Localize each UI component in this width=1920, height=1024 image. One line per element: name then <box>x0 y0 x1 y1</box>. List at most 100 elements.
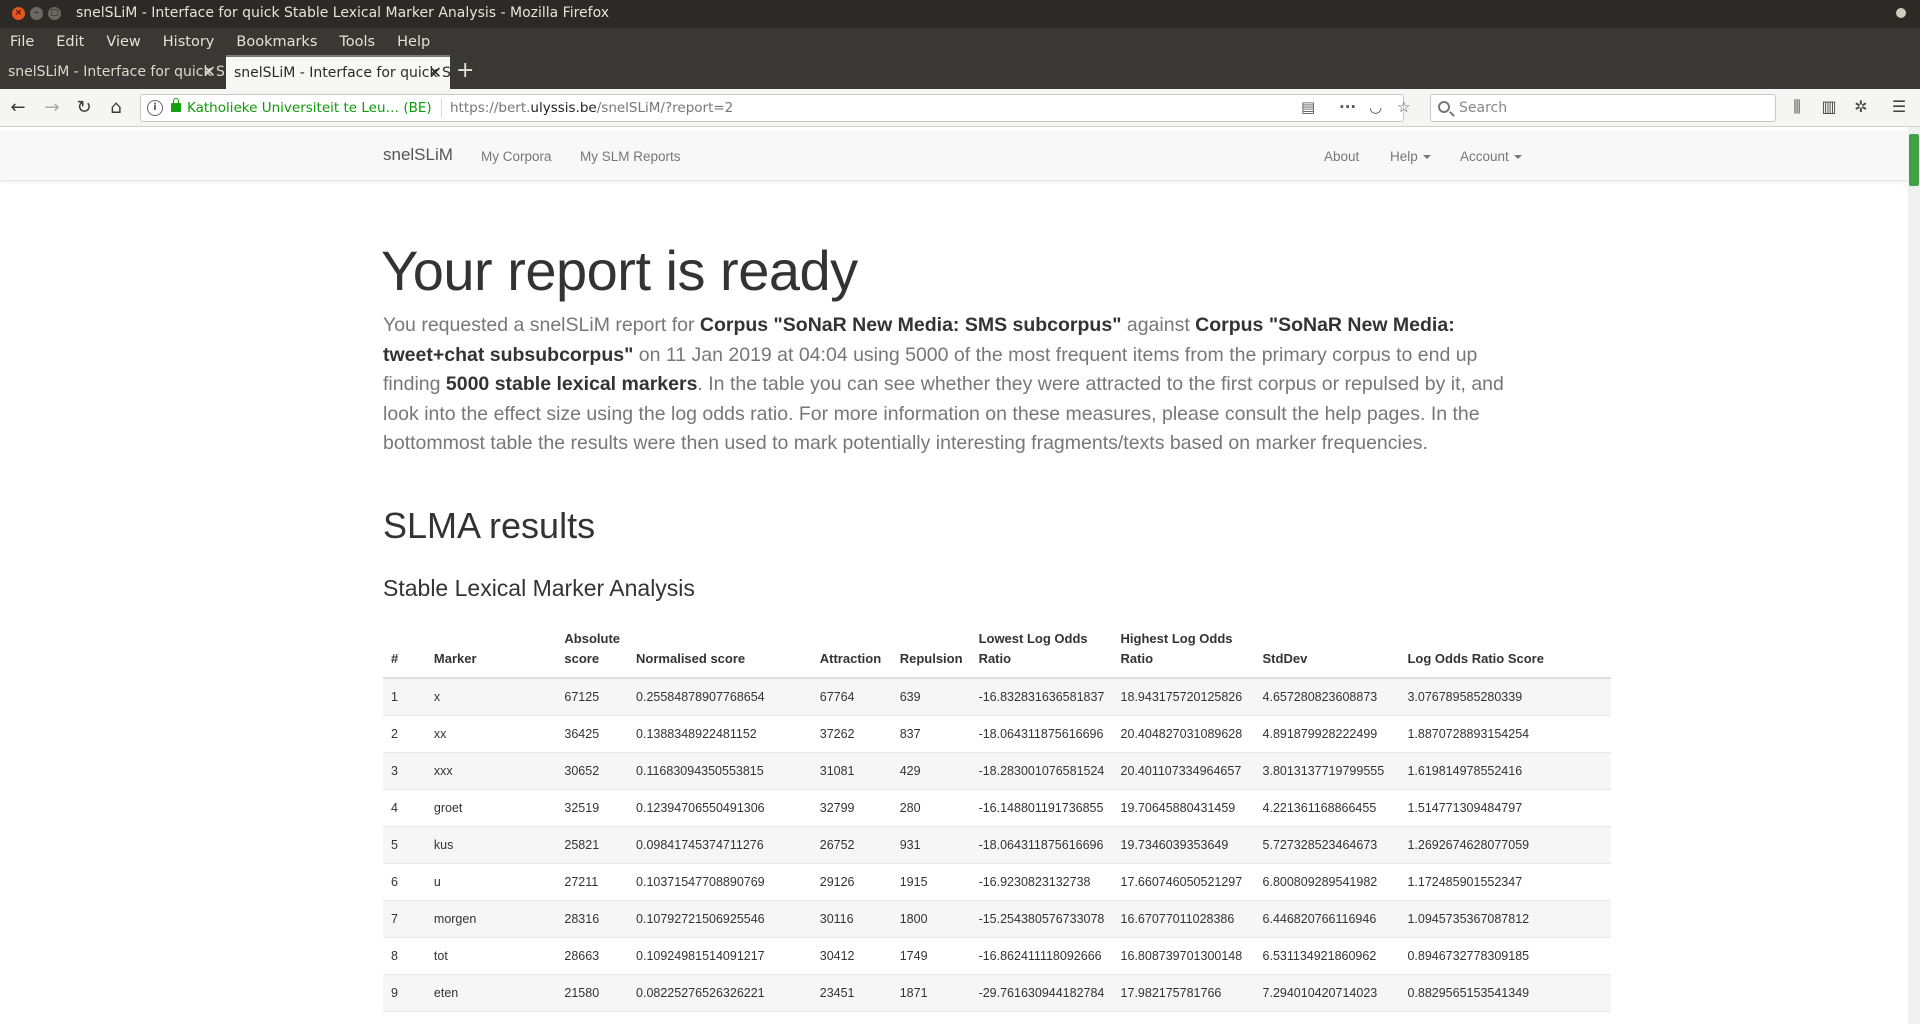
table-cell: 5.727328523464673 <box>1254 825 1400 863</box>
browser-tab-active[interactable]: snelSLiM - Interface for quick Stable Le… <box>226 55 450 89</box>
new-tab-icon[interactable]: + <box>456 58 474 83</box>
url-domain: ulyssis.be <box>530 100 597 116</box>
table-cell: 3.8013137719799555 <box>1254 751 1400 789</box>
reload-icon[interactable]: ↻ <box>72 96 96 120</box>
menu-bookmarks[interactable]: Bookmarks <box>236 34 317 50</box>
table-row: 1 x 67125 0.25584878907768654 67764 639 -16.83… <box>383 677 1611 715</box>
table-cell: 837 <box>891 714 971 752</box>
menu-tools[interactable]: Tools <box>339 34 375 50</box>
table-cell: 27211 <box>556 862 629 900</box>
nav-account-dropdown[interactable]: Account <box>1460 149 1522 164</box>
url-text[interactable]: https://bert.ulyssis.be/snelSLiM/?report… <box>450 100 733 116</box>
table-cell: 7.294010420714023 <box>1254 973 1400 1011</box>
library-icon[interactable]: ⫼ <box>1786 97 1808 117</box>
column-header[interactable]: Normalised score <box>628 622 812 679</box>
home-icon[interactable]: ⌂ <box>104 96 128 120</box>
forward-icon[interactable]: → <box>40 96 64 120</box>
table-cell: xxx <box>425 751 557 789</box>
page-actions-icon[interactable]: ··· <box>1339 98 1356 116</box>
caret-down-icon <box>1513 155 1522 160</box>
tab-strip: snelSLiM - Interface for quick Stable Le… <box>0 55 1920 89</box>
table-cell: 0.10924981514091217 <box>628 936 812 974</box>
section-title: SLMA results <box>383 505 596 546</box>
table-row: 7 morgen 28316 0.10792721506925546 30116 1800… <box>383 899 1611 937</box>
table-cell: 19.7346039353649 <box>1112 825 1255 863</box>
table-row: 10da169310.0645329735251294220915160-19.… <box>383 1010 1611 1024</box>
table-row: 2 xx 36425 0.1388348922481152 37262 837 -18.06… <box>383 714 1611 752</box>
table-cell: 4 <box>383 788 426 826</box>
window-close-icon[interactable]: × <box>12 7 25 20</box>
table-body: 1 x 67125 0.25584878907768654 67764 639 -16.83… <box>383 677 1611 1024</box>
nav-my-slm-reports[interactable]: My SLM Reports <box>580 149 681 164</box>
lock-icon[interactable] <box>171 98 181 112</box>
site-identity[interactable]: Katholieke Universiteit te Leu… (BE) <box>187 100 432 116</box>
table-cell: 5 <box>383 825 426 863</box>
table-cell: 1.2692674628077059 <box>1399 825 1611 863</box>
table-cell: 18.943175720125826 <box>1112 677 1255 715</box>
menu-view[interactable]: View <box>106 34 140 50</box>
table-cell: 0.12394706550491306 <box>628 788 812 826</box>
url-bar[interactable]: i Katholieke Universiteit te Leu… (BE) h… <box>140 94 1410 122</box>
menu-history[interactable]: History <box>163 34 215 50</box>
column-header[interactable]: Lowest Log Odds Ratio <box>970 622 1113 679</box>
table-cell: 0.0645329735251294 <box>628 1010 812 1024</box>
system-tray-icon[interactable] <box>1896 8 1906 18</box>
table-cell: 16.67077011028386 <box>1112 899 1255 937</box>
table-cell: -15.254380576733078 <box>970 899 1113 937</box>
site-brand[interactable]: snelSLiM <box>383 145 453 165</box>
menu-file[interactable]: File <box>10 34 34 50</box>
browser-tab[interactable]: snelSLiM - Interface for quick Stable Le… <box>0 55 224 89</box>
column-header[interactable]: Absolute score <box>556 622 629 679</box>
sidebar-icon[interactable]: ▥ <box>1818 97 1840 116</box>
table-cell: 31081 <box>811 751 892 789</box>
table-cell: 8 <box>383 936 426 974</box>
pocket-icon[interactable]: ◡ <box>1369 98 1382 116</box>
table-cell: 28316 <box>556 899 629 937</box>
reader-view-icon[interactable]: ▤ <box>1301 98 1315 116</box>
table-cell: 1.172485901552347 <box>1399 862 1611 900</box>
window-maximize-icon[interactable]: □ <box>48 7 61 20</box>
table-cell: 17.660746050521297 <box>1112 862 1255 900</box>
search-icon <box>1438 101 1450 113</box>
nav-help-dropdown[interactable]: Help <box>1390 149 1431 164</box>
extension-icon[interactable]: ✲ <box>1850 97 1872 116</box>
table-cell: kus <box>425 825 557 863</box>
table-cell: 0.8829565153541349 <box>1399 973 1611 1011</box>
scrollbar-thumb[interactable] <box>1909 134 1919 186</box>
url-separator <box>441 98 442 118</box>
site-info-icon[interactable]: i <box>147 100 163 116</box>
table-cell: 1.0945735367087812 <box>1399 899 1611 937</box>
back-icon[interactable]: ← <box>6 96 30 120</box>
primary-corpus: Corpus "SoNaR New Media: SMS subcorpus" <box>699 314 1122 336</box>
tab-close-icon[interactable]: ✕ <box>429 57 442 89</box>
column-header[interactable]: Attraction <box>811 622 892 679</box>
table-cell: 16.808739701300148 <box>1112 936 1255 974</box>
table-cell: 0.10371547708890769 <box>628 862 812 900</box>
hamburger-menu-icon[interactable]: ☰ <box>1888 97 1910 116</box>
nav-about[interactable]: About <box>1324 149 1359 164</box>
table-cell: -29.761630944182784 <box>970 973 1113 1011</box>
table-cell: 30652 <box>556 751 629 789</box>
table-cell: tot <box>425 936 557 974</box>
window-minimize-icon[interactable]: – <box>30 7 43 20</box>
page-scrollbar[interactable] <box>1908 127 1920 1024</box>
column-header[interactable]: Repulsion <box>891 622 971 679</box>
table-cell: eten <box>425 973 557 1011</box>
column-header[interactable]: Marker <box>425 622 557 679</box>
bookmark-star-icon[interactable]: ☆ <box>1397 98 1410 116</box>
table-cell: 1915 <box>891 862 971 900</box>
search-bar[interactable]: Search <box>1430 94 1776 122</box>
table-cell: 32519 <box>556 788 629 826</box>
table-cell: 1 <box>383 677 426 715</box>
table-cell: 3.076789585280339 <box>1399 677 1611 715</box>
menu-help[interactable]: Help <box>397 34 430 50</box>
column-header[interactable]: # <box>383 622 426 679</box>
tab-close-icon[interactable]: ✕ <box>203 55 216 89</box>
nav-my-corpora[interactable]: My Corpora <box>481 149 552 164</box>
table-cell: 10 <box>383 1010 426 1024</box>
column-header[interactable]: Log Odds Ratio Score <box>1399 622 1611 679</box>
column-header[interactable]: Highest Log Odds Ratio <box>1112 622 1255 679</box>
table-cell: 1.619814978552416 <box>1399 751 1611 789</box>
menu-edit[interactable]: Edit <box>56 34 84 50</box>
column-header[interactable]: StdDev <box>1254 622 1400 679</box>
